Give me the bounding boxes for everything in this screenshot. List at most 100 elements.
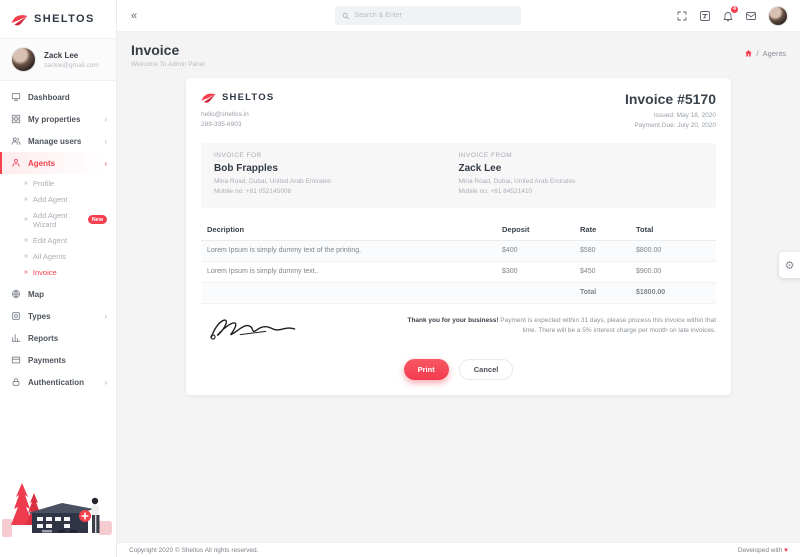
gear-icon: ⚙ <box>785 259 795 272</box>
brand-logo[interactable]: SHELTOS <box>0 0 116 38</box>
signature-image <box>205 312 301 346</box>
thank-you-note: Thank you for your business! Payment is … <box>394 312 716 336</box>
submenu-item-invoice[interactable]: » Invoice <box>0 264 116 280</box>
sidebar-item-label: Dashboard <box>28 93 70 102</box>
sidebar-item-agents[interactable]: Agents › <box>0 152 116 174</box>
invoice-for-address: Mina Road, Dubai, United Arab Emirates <box>214 177 459 187</box>
main-column: « 4 <box>117 0 800 557</box>
print-button[interactable]: Print <box>404 359 449 380</box>
settings-gear-button[interactable]: ⚙ <box>779 252 800 278</box>
chevron-right-icon: › <box>104 159 107 168</box>
search-input[interactable] <box>355 12 515 19</box>
invoice-from-label: INVOICE FROM <box>459 152 704 159</box>
sidebar-nav: Dashboard My properties › Manage users ›… <box>0 81 116 393</box>
breadcrumb-current[interactable]: Agents <box>763 49 786 58</box>
cancel-button[interactable]: Cancel <box>459 359 514 380</box>
sidebar-item-payments[interactable]: Payments <box>0 349 116 371</box>
submenu-item-label: Profile <box>33 179 54 188</box>
table-row: Lorem Ipsum is simply dummy text.. $300 … <box>201 261 716 282</box>
search-bar[interactable] <box>335 6 521 25</box>
agents-icon <box>11 158 21 168</box>
page-subtitle: Welcome To Admin Panel <box>131 61 205 68</box>
table-total-row: Total $1800.00 <box>201 282 716 303</box>
lock-icon <box>11 377 21 387</box>
cell-total: $800.00 <box>630 240 716 261</box>
submenu-arrow-icon: » <box>24 253 28 260</box>
invoice-actions: Print Cancel <box>201 359 716 380</box>
sheltos-bird-icon <box>11 12 28 27</box>
invoice-parties: INVOICE FOR Bob Frapples Mina Road, Duba… <box>201 143 716 208</box>
col-description: Decription <box>201 219 496 241</box>
invoice-number: Invoice #5170 <box>625 91 716 107</box>
sidebar-item-reports[interactable]: Reports <box>0 327 116 349</box>
breadcrumb-separator: / <box>757 49 759 58</box>
sidebar-item-label: Agents <box>28 159 55 168</box>
user-avatar <box>11 47 36 72</box>
submenu-item-label: Invoice <box>33 268 57 277</box>
sidebar-item-label: Manage users <box>28 137 81 146</box>
submenu-item-label: Edit Agent <box>33 236 67 245</box>
page-header: Invoice Welcome To Admin Panel / Agents <box>117 32 800 76</box>
sidebar-item-dashboard[interactable]: Dashboard <box>0 86 116 108</box>
sidebar-collapse-icon[interactable]: « <box>131 10 137 22</box>
notifications-bell-icon[interactable]: 4 <box>722 10 734 22</box>
profile-avatar[interactable] <box>768 6 788 26</box>
sidebar-item-map[interactable]: Map <box>0 283 116 305</box>
invoice-company-logo: SHELTOS <box>201 91 274 104</box>
user-email: zackle@gmail.com <box>44 62 99 69</box>
cell-description: Lorem Ipsum is simply dummy text.. <box>201 261 496 282</box>
invoice-from-block: INVOICE FROM Zack Lee Mina Road, Dubai, … <box>459 152 704 198</box>
invoice-issued-date: Issued: May 18, 2020 <box>625 111 716 121</box>
sidebar-item-label: Types <box>28 312 51 321</box>
total-label: Total <box>574 282 630 303</box>
invoice-for-mobile: Mobile no: +61 052145008 <box>214 187 459 197</box>
agents-submenu: » Profile » Add Agent » Add Agent Wizard… <box>0 174 116 283</box>
col-deposit: Deposit <box>496 219 574 241</box>
invoice-company-email: hello@sheltos.in <box>201 110 274 120</box>
sidebar-item-types[interactable]: Types › <box>0 305 116 327</box>
invoice-due-date: Payment Due: July 20, 2020 <box>625 121 716 131</box>
sidebar-item-my-properties[interactable]: My properties › <box>0 108 116 130</box>
submenu-arrow-icon: » <box>24 196 28 203</box>
chevron-right-icon: › <box>104 312 107 321</box>
cell-rate: $450 <box>574 261 630 282</box>
total-value: $1800.00 <box>630 282 716 303</box>
home-icon[interactable] <box>744 49 753 58</box>
cell-description: Lorem Ipsum is simply dummy text of the … <box>201 240 496 261</box>
sidebar-user-card[interactable]: Zack Lee zackle@gmail.com <box>0 38 116 81</box>
invoice-card: SHELTOS hello@sheltos.in 289-335-6903 In… <box>186 78 731 395</box>
new-badge: New <box>88 215 107 224</box>
submenu-item-add-agent[interactable]: » Add Agent <box>0 191 116 207</box>
breadcrumb: / Agents <box>744 49 786 58</box>
invoice-for-block: INVOICE FOR Bob Frapples Mina Road, Duba… <box>214 152 459 198</box>
sidebar-item-authentication[interactable]: Authentication › <box>0 371 116 393</box>
submenu-item-edit-agent[interactable]: » Edit Agent <box>0 232 116 248</box>
invoice-from-address: Mina Road, Dubai, United Arab Emirates <box>459 177 704 187</box>
footer: Copyright 2020 © Sheltos All rights rese… <box>117 542 800 557</box>
user-name: Zack Lee <box>44 51 99 60</box>
sidebar-item-label: Authentication <box>28 378 84 387</box>
chevron-right-icon: › <box>104 137 107 146</box>
translate-icon[interactable] <box>699 10 711 22</box>
table-row: Lorem Ipsum is simply dummy text of the … <box>201 240 716 261</box>
footer-developed-text: Developed with <box>738 547 782 554</box>
map-globe-icon <box>11 289 21 299</box>
submenu-item-profile[interactable]: » Profile <box>0 175 116 191</box>
cell-rate: $580 <box>574 240 630 261</box>
content-area: Invoice Welcome To Admin Panel / Agents <box>117 32 800 542</box>
fullscreen-icon[interactable] <box>676 10 688 22</box>
submenu-item-all-agents[interactable]: » All Agents <box>0 248 116 264</box>
notification-badge: 4 <box>730 5 739 14</box>
footer-developed: Developed with ♥ <box>738 547 788 554</box>
chevron-right-icon: › <box>104 378 107 387</box>
sidebar-item-manage-users[interactable]: Manage users › <box>0 130 116 152</box>
submenu-item-add-agent-wizard[interactable]: » Add Agent Wizard New <box>0 207 116 232</box>
submenu-arrow-icon: » <box>24 269 28 276</box>
app-window: SHELTOS Zack Lee zackle@gmail.com Dashbo… <box>0 0 800 557</box>
properties-grid-icon <box>11 114 21 124</box>
chevron-right-icon: › <box>104 115 107 124</box>
search-icon <box>342 12 349 20</box>
mail-icon[interactable] <box>745 10 757 22</box>
submenu-arrow-icon: » <box>24 216 28 223</box>
sidebar-item-label: My properties <box>28 115 80 124</box>
